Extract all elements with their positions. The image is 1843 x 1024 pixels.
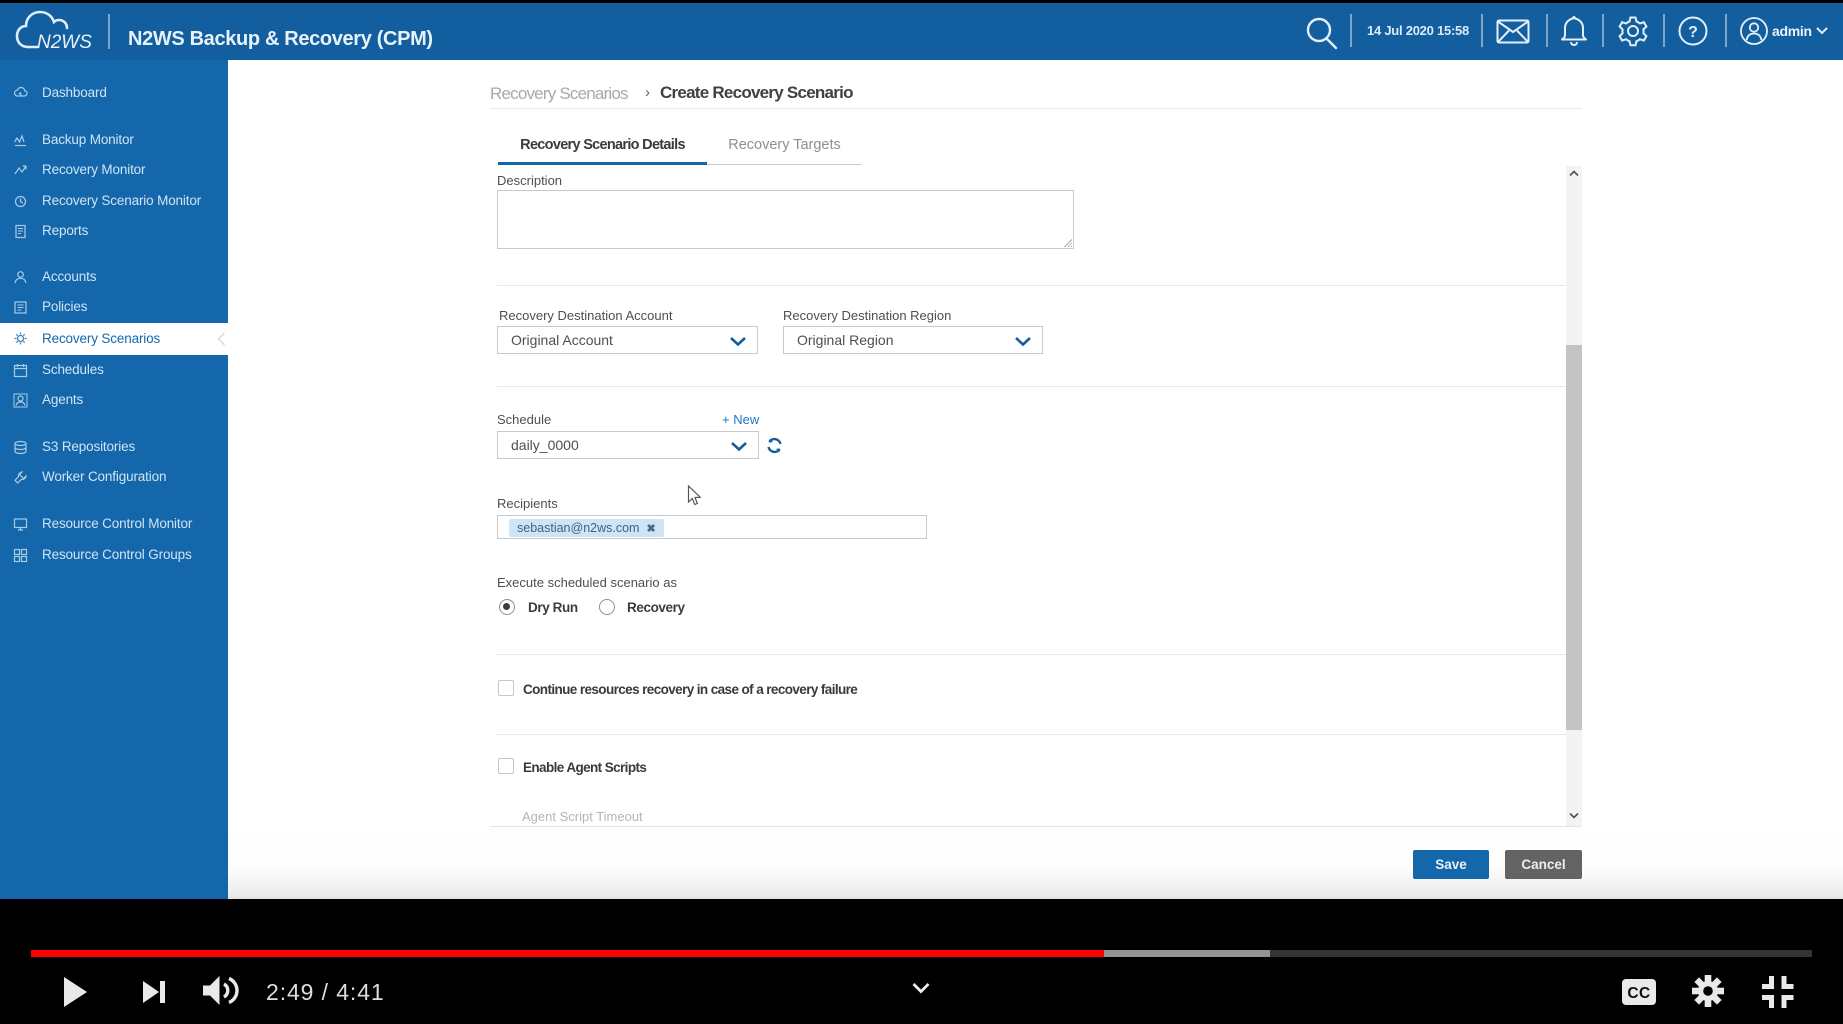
svg-text:CC: CC xyxy=(1627,985,1650,1002)
svg-text:N2WS: N2WS xyxy=(37,32,92,53)
svg-text:?: ? xyxy=(1688,24,1698,41)
